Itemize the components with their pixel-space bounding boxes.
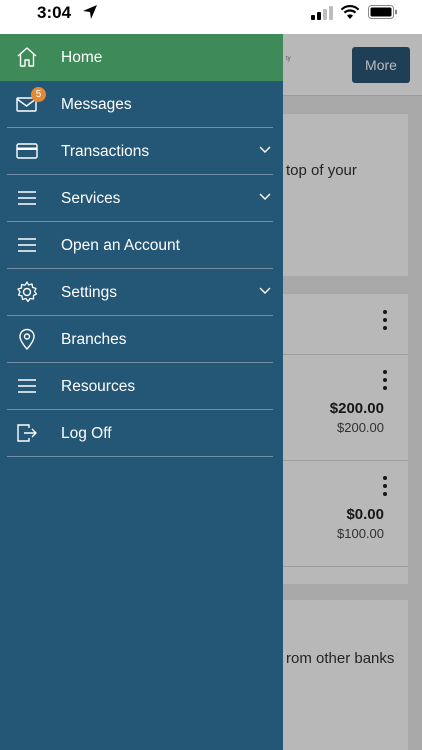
menu-item-settings[interactable]: Settings [0,269,283,316]
status-bar: 3:04 [0,0,422,34]
menu-label: Settings [61,283,118,301]
menu-label: Home [61,48,103,66]
menu-label: Services [61,189,121,207]
menu-item-open-account[interactable]: Open an Account [0,222,283,269]
chevron-down-icon [259,146,271,153]
menu-label: Open an Account [61,236,180,254]
list-icon [18,191,36,205]
unread-badge: 5 [31,87,46,102]
menu-label: Transactions [61,142,150,160]
menu-item-home[interactable]: Home [0,34,283,81]
menu-label: Log Off [61,424,112,442]
location-pin-icon [19,328,35,351]
list-icon [18,379,36,393]
menu-item-log-off[interactable]: Log Off [0,410,283,457]
status-time: 3:04 [37,3,72,22]
home-icon [17,47,37,67]
chevron-down-icon [259,287,271,294]
menu-item-branches[interactable]: Branches [0,316,283,363]
menu-label: Messages [61,95,132,113]
card-icon [16,143,38,159]
list-icon [18,238,36,252]
navigation-drawer: Home 5 Messages Transactions Services Op… [0,34,283,750]
wifi-icon [340,5,360,19]
menu-label: Branches [61,330,127,348]
menu-label: Resources [61,377,136,395]
location-arrow-icon [83,5,97,19]
cellular-signal-icon [311,6,333,20]
menu-item-transactions[interactable]: Transactions [0,128,283,175]
chevron-down-icon [259,193,271,200]
menu-item-services[interactable]: Services [0,175,283,222]
logout-icon [17,424,37,442]
divider [7,456,273,457]
menu-item-resources[interactable]: Resources [0,363,283,410]
battery-icon [368,5,397,19]
gear-icon [17,281,38,303]
menu-item-messages[interactable]: 5 Messages [0,81,283,128]
